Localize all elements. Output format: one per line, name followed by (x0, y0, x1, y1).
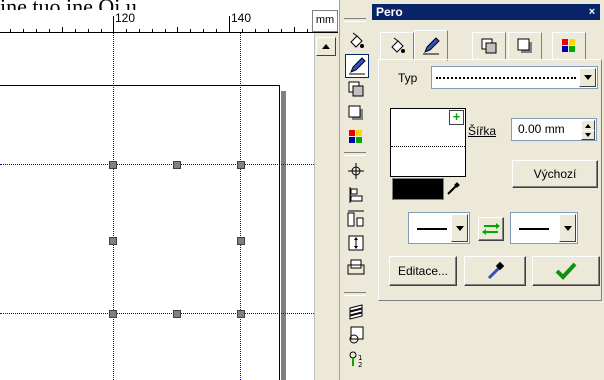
default-button[interactable]: Výchozí (512, 160, 598, 188)
selection-handle[interactable] (237, 310, 245, 318)
guide-vertical[interactable] (113, 33, 114, 380)
color-palette-icon[interactable] (345, 126, 367, 148)
width-label: Šířka (468, 124, 497, 138)
tab-color[interactable] (552, 32, 586, 59)
layers-icon[interactable] (345, 300, 367, 322)
selection-handle[interactable] (109, 310, 117, 318)
shadow-icon[interactable] (345, 102, 367, 124)
add-style-icon[interactable]: + (449, 110, 464, 125)
arrow-up-icon (322, 44, 330, 49)
checkmark-icon (555, 262, 577, 280)
guide-horizontal[interactable] (0, 313, 314, 314)
close-icon[interactable]: × (586, 6, 598, 18)
scroll-up-button[interactable] (316, 37, 336, 56)
object-props-icon[interactable] (345, 324, 367, 346)
spin-down-icon[interactable] (581, 130, 595, 140)
pen-color-swatch[interactable] (392, 178, 444, 200)
line-type-dropdown[interactable] (431, 66, 598, 89)
page-edge-top (0, 85, 280, 86)
selection-handle[interactable] (237, 161, 245, 169)
swap-arrows-icon[interactable] (478, 217, 504, 241)
selection-handle[interactable] (173, 310, 181, 318)
end-arrow-dropdown[interactable] (510, 212, 578, 244)
pen-icon (423, 37, 440, 55)
guide-horizontal[interactable] (0, 164, 314, 165)
horizontal-ruler: 120 140 (0, 10, 338, 33)
find-replace-icon[interactable]: 12 (345, 348, 367, 370)
size-icon[interactable] (345, 232, 367, 254)
color-palette-icon (562, 39, 575, 52)
eyedropper-button[interactable] (464, 256, 526, 286)
selection-handle[interactable] (109, 237, 117, 245)
tab-pen[interactable] (414, 30, 448, 61)
dotted-line-preview (436, 77, 576, 79)
edit-button[interactable]: Editace... (389, 256, 457, 286)
eyedropper-icon[interactable] (444, 180, 462, 198)
preview-line (391, 146, 465, 147)
drawing-canvas[interactable] (0, 33, 314, 380)
fill-bucket-icon (391, 37, 405, 53)
ruler-label-120: 120 (115, 11, 136, 25)
width-spinner[interactable]: 0.00 mm (511, 118, 597, 141)
tab-transparency[interactable] (472, 32, 506, 59)
arrow-end-preview (519, 228, 549, 230)
page-edge-right (279, 85, 280, 380)
selection-handle[interactable] (237, 237, 245, 245)
svg-text:2: 2 (358, 361, 362, 368)
align-icon[interactable] (345, 184, 367, 206)
tab-fill[interactable] (380, 32, 414, 59)
arrow-start-preview (417, 228, 447, 230)
start-arrow-dropdown[interactable] (408, 212, 470, 244)
vertical-scrollbar[interactable] (314, 33, 339, 380)
ruler-unit-button[interactable]: mm (312, 10, 338, 32)
combine-icon[interactable] (345, 256, 367, 278)
page-shadow (281, 91, 286, 380)
transform-icon[interactable] (345, 160, 367, 182)
dropdown-arrow-icon[interactable] (559, 214, 576, 242)
selection-handle[interactable] (173, 161, 181, 169)
width-value: 0.00 mm (518, 122, 565, 136)
type-label: Typ (398, 71, 418, 85)
transparency-icon[interactable] (345, 78, 367, 100)
distribute-icon[interactable] (345, 208, 367, 230)
ruler-label-140: 140 (231, 11, 252, 25)
dropdown-arrow-icon[interactable] (579, 68, 596, 87)
tab-shadow[interactable] (508, 32, 542, 59)
apply-button[interactable] (532, 256, 600, 286)
selection-handle[interactable] (109, 161, 117, 169)
pen-icon[interactable] (345, 54, 369, 78)
shadow-icon (517, 38, 532, 53)
guide-vertical[interactable] (240, 33, 241, 380)
docker-toolbar: 12 (339, 0, 373, 380)
transparency-icon (481, 38, 497, 54)
line-preview-box: + (390, 108, 466, 177)
fill-bucket-icon[interactable] (345, 30, 367, 52)
dropdown-arrow-icon[interactable] (451, 214, 468, 242)
panel-title: Pero (372, 4, 600, 20)
eyedropper-icon (487, 262, 504, 280)
